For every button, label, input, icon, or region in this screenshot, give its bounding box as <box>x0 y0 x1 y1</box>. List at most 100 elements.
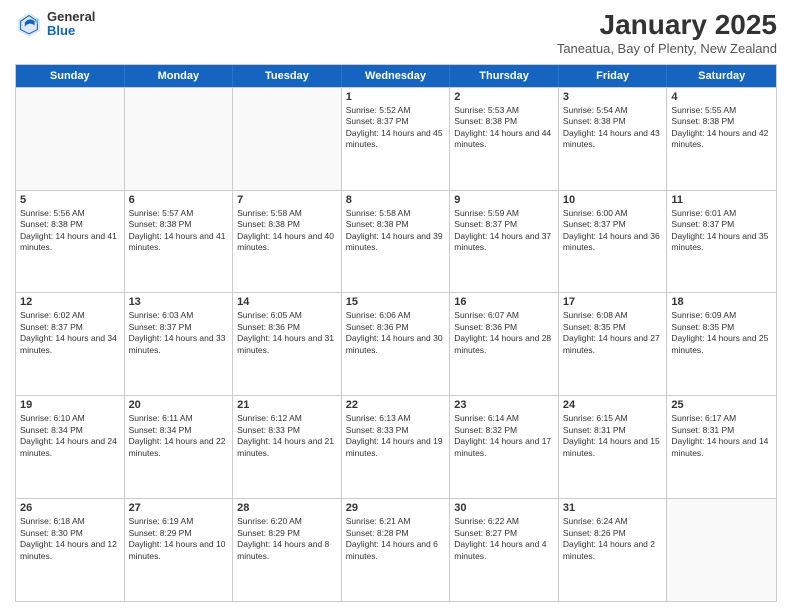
cell-info: Sunrise: 6:15 AM Sunset: 8:31 PM Dayligh… <box>563 413 663 459</box>
cell-info: Sunrise: 5:54 AM Sunset: 8:38 PM Dayligh… <box>563 105 663 151</box>
cal-cell-1-0: 5Sunrise: 5:56 AM Sunset: 8:38 PM Daylig… <box>16 191 125 293</box>
day-number: 17 <box>563 296 663 308</box>
header-monday: Monday <box>125 65 234 87</box>
cal-cell-1-6: 11 Sunrise: 6:01 AM Sunset: 8:37 PM Dayli… <box>667 191 776 293</box>
calendar: Sunday Monday Tuesday Wednesday Thursday… <box>15 64 777 602</box>
cal-cell-1-2: 7 Sunrise: 5:58 AM Sunset: 8:38 PM Daylig… <box>233 191 342 293</box>
header: General Blue January 2025 Taneatua, Bay … <box>15 10 777 56</box>
cell-info: Sunrise: 6:03 AM Sunset: 8:37 PM Dayligh… <box>129 310 229 356</box>
cal-cell-0-3: 1 Sunrise: 5:52 AM Sunset: 8:37 PM Daylig… <box>342 88 451 190</box>
day-number: 16 <box>454 296 554 308</box>
header-friday: Friday <box>559 65 668 87</box>
cal-cell-4-1: 27 Sunrise: 6:19 AM Sunset: 8:29 PM Dayli… <box>125 499 234 601</box>
day-number: 13 <box>129 296 229 308</box>
cell-info: Sunrise: 6:06 AM Sunset: 8:36 PM Dayligh… <box>346 310 446 356</box>
calendar-body: 1 Sunrise: 5:52 AM Sunset: 8:37 PM Daylig… <box>16 87 776 601</box>
logo: General Blue <box>15 10 95 39</box>
cell-info: Sunrise: 6:14 AM Sunset: 8:32 PM Dayligh… <box>454 413 554 459</box>
cell-info: Sunrise: 5:59 AM Sunset: 8:37 PM Dayligh… <box>454 208 554 254</box>
cell-info: Sunrise: 5:56 AM Sunset: 8:38 PM Dayligh… <box>20 208 120 254</box>
cell-info: Sunrise: 6:21 AM Sunset: 8:28 PM Dayligh… <box>346 516 446 562</box>
cell-info: Sunrise: 6:17 AM Sunset: 8:31 PM Dayligh… <box>671 413 772 459</box>
day-number: 8 <box>346 194 446 206</box>
cal-cell-0-4: 2 Sunrise: 5:53 AM Sunset: 8:38 PM Daylig… <box>450 88 559 190</box>
cal-row-4: 26 Sunrise: 6:18 AM Sunset: 8:30 PM Dayli… <box>16 498 776 601</box>
day-number: 20 <box>129 399 229 411</box>
cal-cell-3-3: 22 Sunrise: 6:13 AM Sunset: 8:33 PM Dayli… <box>342 396 451 498</box>
day-number: 23 <box>454 399 554 411</box>
cell-info: Sunrise: 6:22 AM Sunset: 8:27 PM Dayligh… <box>454 516 554 562</box>
cal-cell-4-4: 30Sunrise: 6:22 AM Sunset: 8:27 PM Dayli… <box>450 499 559 601</box>
cell-info: Sunrise: 6:11 AM Sunset: 8:34 PM Dayligh… <box>129 413 229 459</box>
day-number: 12 <box>20 296 120 308</box>
day-number: 9 <box>454 194 554 206</box>
cal-cell-0-6: 4 Sunrise: 5:55 AM Sunset: 8:38 PM Daylig… <box>667 88 776 190</box>
cell-info: Sunrise: 6:02 AM Sunset: 8:37 PM Dayligh… <box>20 310 120 356</box>
cell-info: Sunrise: 6:18 AM Sunset: 8:30 PM Dayligh… <box>20 516 120 562</box>
header-wednesday: Wednesday <box>342 65 451 87</box>
month-title: January 2025 <box>557 10 777 41</box>
header-tuesday: Tuesday <box>233 65 342 87</box>
header-saturday: Saturday <box>667 65 776 87</box>
cal-row-1: 5Sunrise: 5:56 AM Sunset: 8:38 PM Daylig… <box>16 190 776 293</box>
day-number: 26 <box>20 502 120 514</box>
cell-info: Sunrise: 5:53 AM Sunset: 8:38 PM Dayligh… <box>454 105 554 151</box>
cell-info: Sunrise: 6:09 AM Sunset: 8:35 PM Dayligh… <box>671 310 772 356</box>
cell-info: Sunrise: 5:57 AM Sunset: 8:38 PM Dayligh… <box>129 208 229 254</box>
cal-cell-3-6: 25Sunrise: 6:17 AM Sunset: 8:31 PM Dayli… <box>667 396 776 498</box>
day-number: 1 <box>346 91 446 103</box>
location-subtitle: Taneatua, Bay of Plenty, New Zealand <box>557 41 777 56</box>
day-number: 3 <box>563 91 663 103</box>
header-sunday: Sunday <box>16 65 125 87</box>
cal-cell-3-1: 20 Sunrise: 6:11 AM Sunset: 8:34 PM Dayli… <box>125 396 234 498</box>
cell-info: Sunrise: 6:13 AM Sunset: 8:33 PM Dayligh… <box>346 413 446 459</box>
cal-cell-2-5: 17 Sunrise: 6:08 AM Sunset: 8:35 PM Dayli… <box>559 293 668 395</box>
cal-cell-1-5: 10Sunrise: 6:00 AM Sunset: 8:37 PM Dayli… <box>559 191 668 293</box>
cal-cell-3-5: 24Sunrise: 6:15 AM Sunset: 8:31 PM Dayli… <box>559 396 668 498</box>
cell-info: Sunrise: 5:58 AM Sunset: 8:38 PM Dayligh… <box>237 208 337 254</box>
cell-info: Sunrise: 6:01 AM Sunset: 8:37 PM Dayligh… <box>671 208 772 254</box>
cal-cell-4-0: 26 Sunrise: 6:18 AM Sunset: 8:30 PM Dayli… <box>16 499 125 601</box>
cell-info: Sunrise: 6:05 AM Sunset: 8:36 PM Dayligh… <box>237 310 337 356</box>
cal-cell-2-0: 12 Sunrise: 6:02 AM Sunset: 8:37 PM Dayli… <box>16 293 125 395</box>
cal-cell-1-4: 9 Sunrise: 5:59 AM Sunset: 8:37 PM Daylig… <box>450 191 559 293</box>
calendar-header: Sunday Monday Tuesday Wednesday Thursday… <box>16 65 776 87</box>
cal-cell-4-3: 29 Sunrise: 6:21 AM Sunset: 8:28 PM Dayli… <box>342 499 451 601</box>
cell-info: Sunrise: 6:19 AM Sunset: 8:29 PM Dayligh… <box>129 516 229 562</box>
day-number: 28 <box>237 502 337 514</box>
day-number: 7 <box>237 194 337 206</box>
cal-cell-3-0: 19Sunrise: 6:10 AM Sunset: 8:34 PM Dayli… <box>16 396 125 498</box>
day-number: 2 <box>454 91 554 103</box>
logo-general-text: General <box>47 10 95 24</box>
cal-cell-4-5: 31 Sunrise: 6:24 AM Sunset: 8:26 PM Dayli… <box>559 499 668 601</box>
day-number: 22 <box>346 399 446 411</box>
day-number: 19 <box>20 399 120 411</box>
day-number: 11 <box>671 194 772 206</box>
cal-cell-2-6: 18 Sunrise: 6:09 AM Sunset: 8:35 PM Dayli… <box>667 293 776 395</box>
cal-cell-2-3: 15Sunrise: 6:06 AM Sunset: 8:36 PM Dayli… <box>342 293 451 395</box>
day-number: 18 <box>671 296 772 308</box>
cal-row-0: 1 Sunrise: 5:52 AM Sunset: 8:37 PM Daylig… <box>16 87 776 190</box>
day-number: 10 <box>563 194 663 206</box>
cell-info: Sunrise: 6:20 AM Sunset: 8:29 PM Dayligh… <box>237 516 337 562</box>
day-number: 4 <box>671 91 772 103</box>
cal-row-2: 12 Sunrise: 6:02 AM Sunset: 8:37 PM Dayli… <box>16 292 776 395</box>
cal-cell-4-2: 28 Sunrise: 6:20 AM Sunset: 8:29 PM Dayli… <box>233 499 342 601</box>
cell-info: Sunrise: 6:12 AM Sunset: 8:33 PM Dayligh… <box>237 413 337 459</box>
cell-info: Sunrise: 5:55 AM Sunset: 8:38 PM Dayligh… <box>671 105 772 151</box>
cal-row-3: 19Sunrise: 6:10 AM Sunset: 8:34 PM Dayli… <box>16 395 776 498</box>
cal-cell-0-0 <box>16 88 125 190</box>
cell-info: Sunrise: 6:24 AM Sunset: 8:26 PM Dayligh… <box>563 516 663 562</box>
cal-cell-4-6 <box>667 499 776 601</box>
cell-info: Sunrise: 6:08 AM Sunset: 8:35 PM Dayligh… <box>563 310 663 356</box>
cal-cell-0-2 <box>233 88 342 190</box>
logo-icon <box>15 10 43 38</box>
cal-cell-3-2: 21Sunrise: 6:12 AM Sunset: 8:33 PM Dayli… <box>233 396 342 498</box>
day-number: 31 <box>563 502 663 514</box>
cell-info: Sunrise: 5:58 AM Sunset: 8:38 PM Dayligh… <box>346 208 446 254</box>
page: General Blue January 2025 Taneatua, Bay … <box>0 0 792 612</box>
cell-info: Sunrise: 5:52 AM Sunset: 8:37 PM Dayligh… <box>346 105 446 151</box>
cal-cell-2-2: 14Sunrise: 6:05 AM Sunset: 8:36 PM Dayli… <box>233 293 342 395</box>
day-number: 29 <box>346 502 446 514</box>
day-number: 27 <box>129 502 229 514</box>
